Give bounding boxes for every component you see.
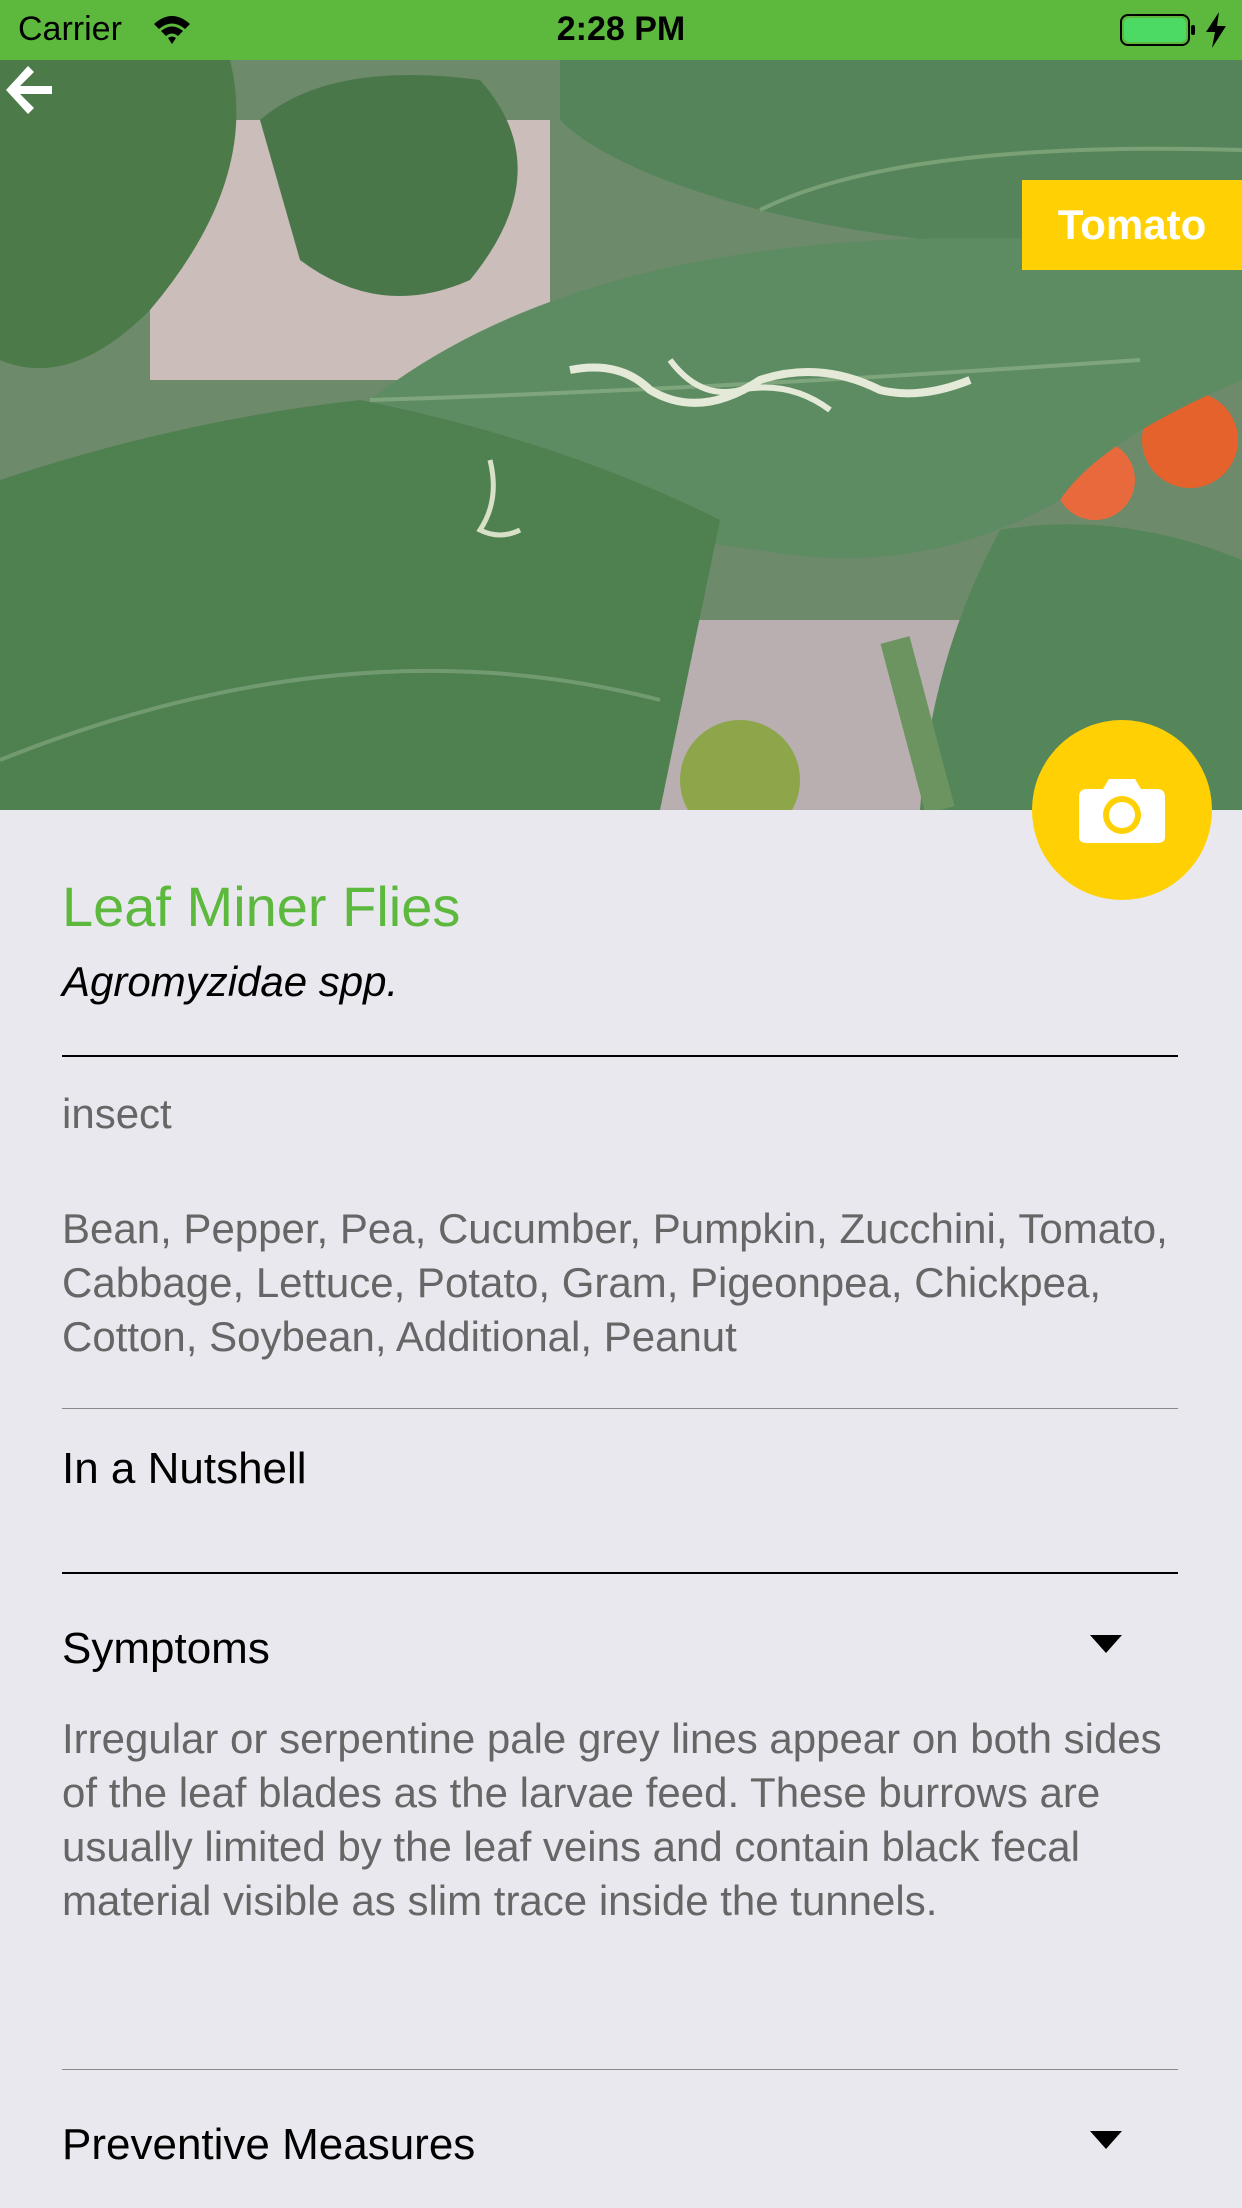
preventive-section-header[interactable]: Preventive Measures <box>62 2120 475 2170</box>
divider <box>62 1572 1178 1574</box>
chevron-down-icon[interactable] <box>1090 2131 1122 2151</box>
nutshell-section-header[interactable]: In a Nutshell <box>62 1444 307 1494</box>
leaf-photo-illustration <box>0 60 1242 810</box>
pest-scientific-name: Agromyzidae spp. <box>62 958 399 1005</box>
clock: 2:28 PM <box>556 10 686 48</box>
pest-common-name: Leaf Miner Flies <box>62 875 461 938</box>
status-bar: Carrier 2:28 PM <box>0 0 1242 60</box>
crop-badge[interactable]: Tomato <box>1022 180 1242 270</box>
pest-photo: Tomato <box>0 60 1242 810</box>
symptoms-text: Irregular or serpentine pale grey lines … <box>62 1715 1162 1924</box>
divider <box>62 2069 1178 2070</box>
charging-bolt-icon <box>1206 12 1226 48</box>
host-crops-list: Bean, Pepper, Pea, Cucumber, Pumpkin, Zu… <box>62 1205 1168 1360</box>
divider <box>62 1408 1178 1409</box>
camera-icon <box>1079 779 1165 843</box>
pest-category: insect <box>62 1090 172 1137</box>
camera-button[interactable] <box>1032 720 1212 900</box>
symptoms-section-header[interactable]: Symptoms <box>62 1624 270 1674</box>
back-button[interactable] <box>0 60 56 120</box>
divider <box>62 1055 1178 1057</box>
chevron-down-icon[interactable] <box>1090 1635 1122 1655</box>
battery-icon <box>1120 14 1195 46</box>
